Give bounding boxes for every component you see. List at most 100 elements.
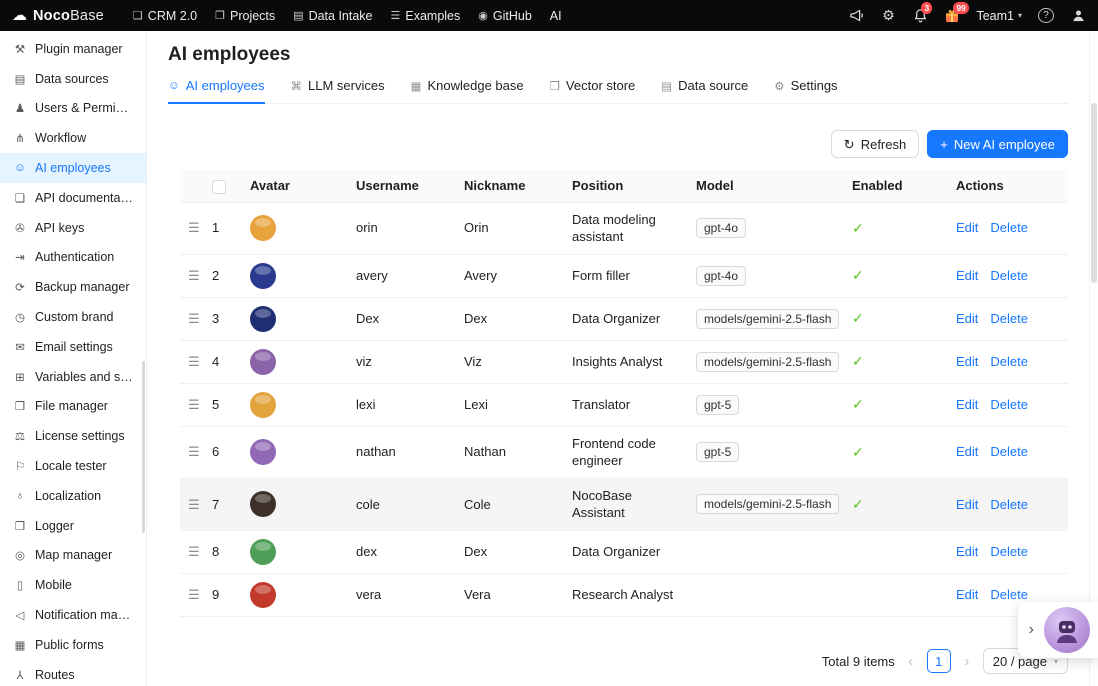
tab-llm-services[interactable]: ⌘LLM services <box>291 75 385 103</box>
delete-link[interactable]: Delete <box>990 444 1028 459</box>
sidebar-item-file-manager[interactable]: ❐File manager <box>0 392 146 422</box>
key-icon: ✇ <box>13 221 27 235</box>
delete-link[interactable]: Delete <box>990 497 1028 512</box>
edit-link[interactable]: Edit <box>956 587 978 602</box>
tab-data-source[interactable]: ▤Data source <box>661 75 748 103</box>
gear-icon[interactable]: ⚙ <box>880 8 896 24</box>
edit-link[interactable]: Edit <box>956 397 978 412</box>
delete-link[interactable]: Delete <box>990 354 1028 369</box>
drag-handle-icon[interactable]: ☰ <box>188 220 200 235</box>
tab-ai-employees[interactable]: ☺AI employees <box>168 75 265 103</box>
drag-handle-icon[interactable]: ☰ <box>188 544 200 559</box>
delete-link[interactable]: Delete <box>990 311 1028 326</box>
edit-link[interactable]: Edit <box>956 444 978 459</box>
table-header-row: Avatar Username Nickname Position Model … <box>180 170 1068 202</box>
nocobase-logo[interactable]: ☁ NocoBase <box>12 8 104 24</box>
ai-assistant-avatar[interactable] <box>1044 607 1090 653</box>
tab-label: LLM services <box>308 78 385 93</box>
nav-item-examples[interactable]: ☰Examples <box>382 0 470 31</box>
tab-vector-store[interactable]: ❒Vector store <box>550 75 636 103</box>
refresh-button[interactable]: ↻ Refresh <box>831 130 919 158</box>
sidebar-item-license-settings[interactable]: ⚖License settings <box>0 421 146 451</box>
delete-link[interactable]: Delete <box>990 397 1028 412</box>
edit-link[interactable]: Edit <box>956 354 978 369</box>
edit-link[interactable]: Edit <box>956 268 978 283</box>
sidebar-item-data-sources[interactable]: ▤Data sources <box>0 64 146 94</box>
nav-item-projects[interactable]: ❐Projects <box>206 0 284 31</box>
sidebar-item-locale-tester[interactable]: ⚐Locale tester <box>0 451 146 481</box>
nav-item-label: Data Intake <box>309 9 373 23</box>
edit-link[interactable]: Edit <box>956 497 978 512</box>
avatar <box>250 306 276 332</box>
nav-item-crm[interactable]: ❏CRM 2.0 <box>124 0 206 31</box>
sidebar-item-api-documentation[interactable]: ❏API documentation <box>0 183 146 213</box>
bell-icon[interactable]: 3 <box>912 8 928 24</box>
page-number[interactable]: 1 <box>927 649 951 673</box>
new-ai-employee-button[interactable]: + New AI employee <box>927 130 1068 158</box>
sidebar-item-public-forms[interactable]: ▦Public forms <box>0 630 146 660</box>
sidebar-item-variables-secrets[interactable]: ⊞Variables and secrets <box>0 362 146 392</box>
sidebar-item-users-permissions[interactable]: ♟Users & Permissions <box>0 94 146 124</box>
help-icon[interactable]: ? <box>1038 8 1054 23</box>
expand-chevron-icon[interactable]: › <box>1029 622 1034 638</box>
drag-handle-icon[interactable]: ☰ <box>188 444 200 459</box>
user-icon[interactable] <box>1070 8 1086 24</box>
vertical-scrollbar-thumb[interactable] <box>1091 103 1097 283</box>
sidebar-item-notification-manager[interactable]: ◁Notification manager <box>0 600 146 630</box>
vertical-scrollbar[interactable] <box>1089 31 1098 686</box>
edit-link[interactable]: Edit <box>956 311 978 326</box>
nav-item-ai[interactable]: AI <box>541 0 571 31</box>
cell-actions: Edit Delete <box>948 297 1068 340</box>
row-index: 3 <box>212 311 219 326</box>
nav-item-data-intake[interactable]: ▤Data Intake <box>284 0 381 31</box>
sidebar-item-api-keys[interactable]: ✇API keys <box>0 213 146 243</box>
table-icon: ⊞ <box>13 370 27 384</box>
edit-link[interactable]: Edit <box>956 544 978 559</box>
megaphone-icon[interactable] <box>848 8 864 24</box>
drag-handle-icon[interactable]: ☰ <box>188 497 200 512</box>
sidebar-item-localization[interactable]: ♁Localization <box>0 481 146 511</box>
sidebar-scrollbar[interactable] <box>142 361 145 533</box>
sidebar-item-label: Notification manager <box>35 608 133 622</box>
drag-handle-icon[interactable]: ☰ <box>188 311 200 326</box>
sidebar-item-backup-manager[interactable]: ⟳Backup manager <box>0 272 146 302</box>
model-tag: models/gemini-2.5-flash <box>696 494 839 514</box>
tab-knowledge-base[interactable]: ▦Knowledge base <box>411 75 524 103</box>
sidebar-item-logger[interactable]: ❒Logger <box>0 511 146 541</box>
sidebar-item-plugin-manager[interactable]: ⚒Plugin manager <box>0 34 146 64</box>
table-row: ☰5lexiLexiTranslatorgpt-5✓EditDelete <box>180 383 1068 426</box>
column-header-username: Username <box>348 170 456 202</box>
delete-link[interactable]: Delete <box>990 587 1028 602</box>
tab-settings[interactable]: ⚙Settings <box>774 75 837 103</box>
select-all-checkbox[interactable] <box>212 180 226 194</box>
enabled-check-icon: ✓ <box>852 444 864 460</box>
sidebar-item-ai-employees[interactable]: ☺AI employees <box>0 153 146 183</box>
gift-icon[interactable]: 99 <box>944 8 960 24</box>
position-text: Research Analyst <box>572 587 673 602</box>
next-page-button[interactable]: › <box>961 653 973 670</box>
team-selector[interactable]: Team1 ▾ <box>976 9 1022 23</box>
delete-link[interactable]: Delete <box>990 268 1028 283</box>
sidebar-item-workflow[interactable]: ⋔Workflow <box>0 123 146 153</box>
drag-handle-icon[interactable]: ☰ <box>188 587 200 602</box>
table-row: ☰7coleColeNocoBase Assistantmodels/gemin… <box>180 478 1068 530</box>
sidebar-item-label: Mobile <box>35 578 72 592</box>
edit-link[interactable]: Edit <box>956 220 978 235</box>
drag-handle-icon[interactable]: ☰ <box>188 397 200 412</box>
sidebar-item-email-settings[interactable]: ✉Email settings <box>0 332 146 362</box>
prev-page-button[interactable]: ‹ <box>905 653 917 670</box>
sidebar-item-routes[interactable]: ⅄Routes <box>0 660 146 686</box>
cell-model <box>688 530 844 573</box>
book-icon: ▦ <box>411 79 422 93</box>
sidebar-item-map-manager[interactable]: ◎Map manager <box>0 541 146 571</box>
model-tag: models/gemini-2.5-flash <box>696 309 839 329</box>
sidebar-item-authentication[interactable]: ⇥Authentication <box>0 243 146 273</box>
drag-handle-icon[interactable]: ☰ <box>188 268 200 283</box>
sidebar-item-mobile[interactable]: ▯Mobile <box>0 570 146 600</box>
sidebar-item-custom-brand[interactable]: ◷Custom brand <box>0 302 146 332</box>
delete-link[interactable]: Delete <box>990 220 1028 235</box>
nav-item-github[interactable]: ◉GitHub <box>469 0 541 31</box>
username-text: dex <box>356 544 377 559</box>
drag-handle-icon[interactable]: ☰ <box>188 354 200 369</box>
delete-link[interactable]: Delete <box>990 544 1028 559</box>
